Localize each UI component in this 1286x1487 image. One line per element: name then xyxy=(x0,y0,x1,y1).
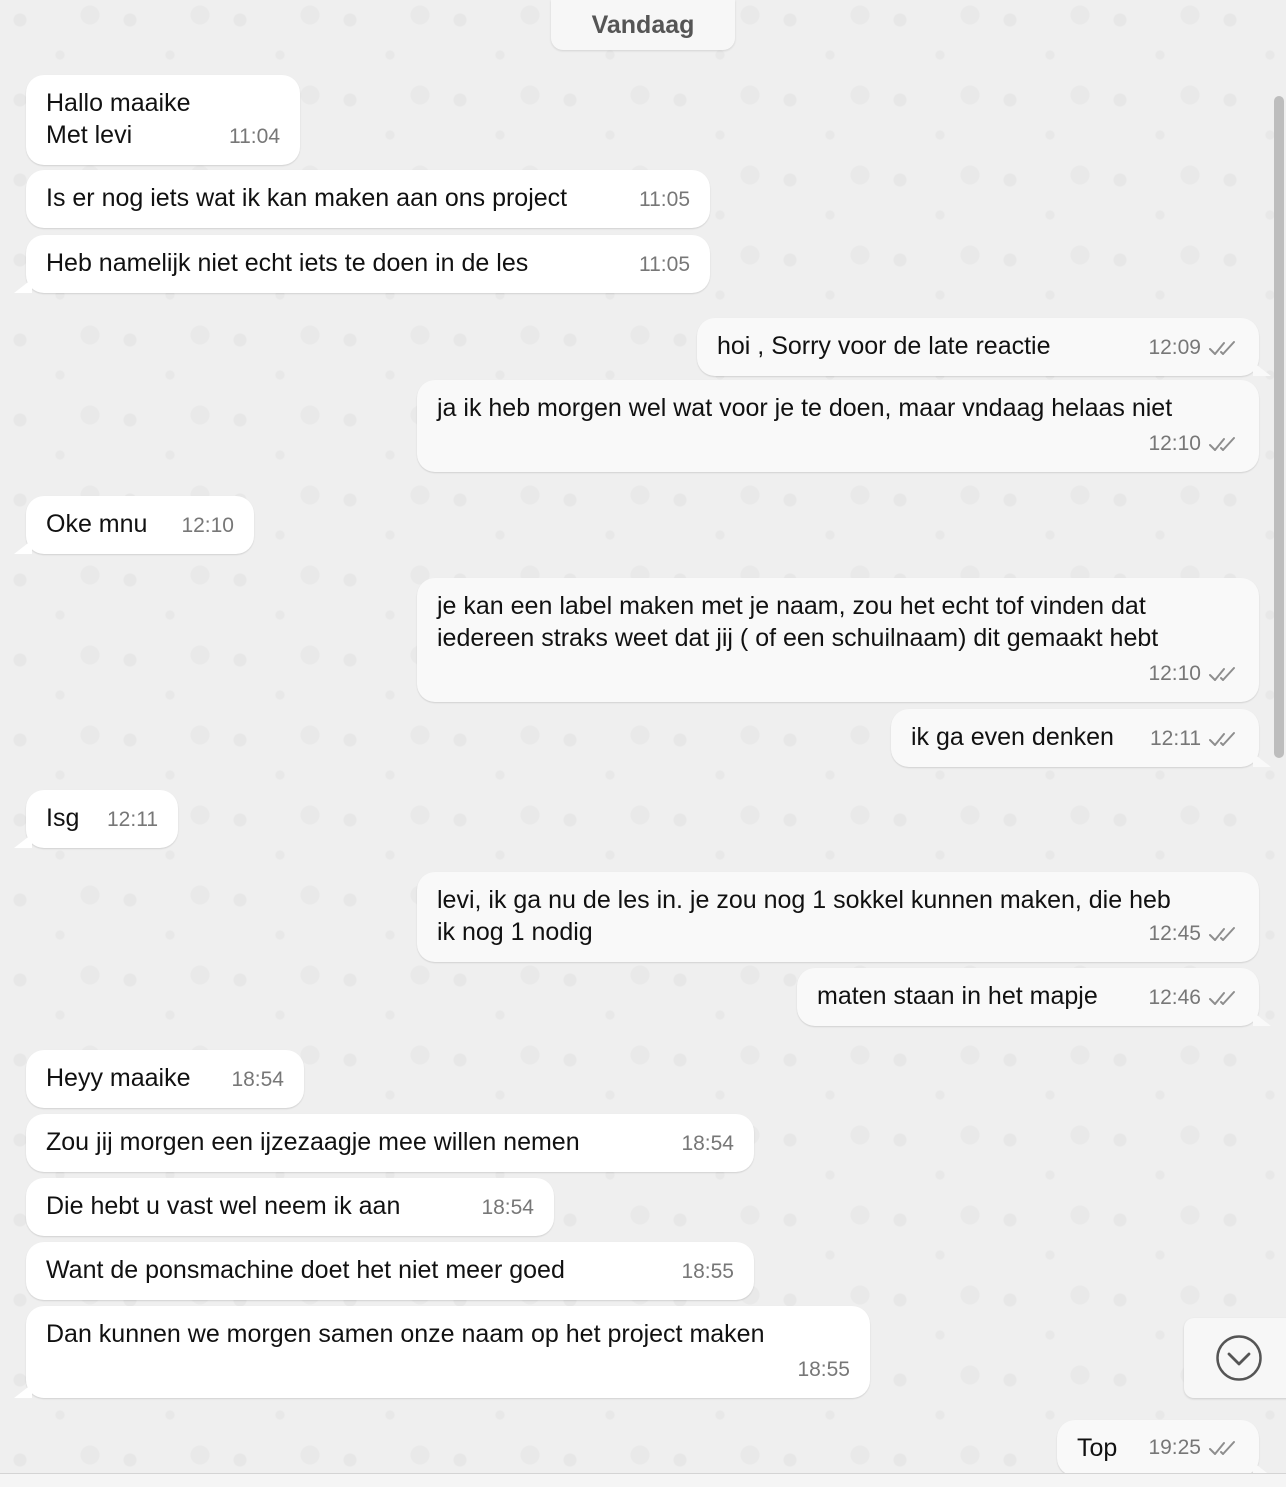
incoming-message[interactable]: Isg 12:11 xyxy=(14,790,178,848)
incoming-message[interactable]: Oke mnu 12:10 xyxy=(14,496,254,554)
incoming-message[interactable]: Die hebt u vast wel neem ik aan 18:54 xyxy=(26,1178,554,1236)
message-time: 18:55 xyxy=(681,1260,734,1283)
double-check-icon xyxy=(1209,730,1239,748)
message-meta: 11:05 xyxy=(639,184,690,216)
outgoing-message[interactable]: ja ik heb morgen wel wat voor je te doen… xyxy=(417,380,1259,472)
message-text: levi, ik ga nu de les in. je zou nog 1 s… xyxy=(437,886,1171,914)
message-text: ja ik heb morgen wel wat voor je te doen… xyxy=(437,394,1173,422)
message-meta: 12:10 xyxy=(181,510,234,542)
message-text: Is er nog iets wat ik kan maken aan ons … xyxy=(46,184,568,212)
message-time: 18:54 xyxy=(481,1196,534,1219)
message-meta: 12:09 xyxy=(1148,332,1239,364)
message-meta: 12:10 xyxy=(1148,428,1239,460)
outgoing-message[interactable]: hoi , Sorry voor de late reactie 12:09 xyxy=(697,318,1271,376)
scroll-to-bottom-button[interactable] xyxy=(1184,1318,1286,1398)
chevron-down-circle-icon xyxy=(1216,1335,1262,1381)
message-meta: 12:11 xyxy=(1150,723,1239,755)
message-time: 12:11 xyxy=(1150,727,1201,750)
message-time: 12:10 xyxy=(181,514,234,537)
message-text: Dan kunnen we morgen samen onze naam op … xyxy=(46,1320,765,1348)
incoming-message[interactable]: Zou jij morgen een ijzezaagje mee willen… xyxy=(26,1114,754,1172)
incoming-message[interactable]: Want de ponsmachine doet het niet meer g… xyxy=(26,1242,754,1300)
message-time: 12:46 xyxy=(1148,986,1201,1009)
message-meta: 19:25 xyxy=(1148,1432,1239,1464)
incoming-message[interactable]: Heyy maaike 18:54 xyxy=(26,1050,304,1108)
message-time: 11:05 xyxy=(639,188,690,211)
date-divider: Vandaag xyxy=(551,0,735,50)
incoming-message[interactable]: Dan kunnen we morgen samen onze naam op … xyxy=(14,1306,870,1398)
message-text: Heb namelijk niet echt iets te doen in d… xyxy=(46,249,529,277)
message-text: je kan een label maken met je naam, zou … xyxy=(437,592,1146,620)
message-time: 19:25 xyxy=(1148,1436,1201,1459)
outgoing-message[interactable]: ik ga even denken 12:11 xyxy=(891,709,1271,767)
message-meta: 11:05 xyxy=(639,249,690,281)
message-meta: 12:46 xyxy=(1148,982,1239,1014)
double-check-icon xyxy=(1209,339,1239,357)
message-time: 12:11 xyxy=(107,808,158,831)
message-time: 18:54 xyxy=(231,1068,284,1091)
message-time: 12:09 xyxy=(1148,336,1201,359)
double-check-icon xyxy=(1209,925,1239,943)
message-text: iedereen straks weet dat jij ( of een sc… xyxy=(437,624,1159,652)
double-check-icon xyxy=(1209,989,1239,1007)
message-meta: 18:54 xyxy=(481,1192,534,1224)
message-time: 12:10 xyxy=(1148,662,1201,685)
incoming-message[interactable]: Heb namelijk niet echt iets te doen in d… xyxy=(14,235,710,293)
composer-edge xyxy=(0,1473,1286,1487)
message-time: 12:10 xyxy=(1148,432,1201,455)
message-meta: 18:55 xyxy=(681,1256,734,1288)
double-check-icon xyxy=(1209,665,1239,683)
message-meta: 12:11 xyxy=(107,804,158,836)
double-check-icon xyxy=(1209,435,1239,453)
message-time: 11:05 xyxy=(639,253,690,276)
scrollbar[interactable] xyxy=(1274,96,1284,758)
message-meta: 18:55 xyxy=(797,1354,850,1386)
incoming-message[interactable]: Is er nog iets wat ik kan maken aan ons … xyxy=(26,170,710,228)
message-time: 11:04 xyxy=(229,125,280,148)
message-time: 18:55 xyxy=(797,1358,850,1381)
message-text: Hallo maaike xyxy=(46,89,191,117)
message-meta: 18:54 xyxy=(231,1064,284,1096)
incoming-message[interactable]: Hallo maaike Met levi 11:04 xyxy=(26,75,300,165)
message-meta: 12:45 xyxy=(1148,918,1239,950)
message-meta: 12:10 xyxy=(1148,658,1239,690)
message-text: ik nog 1 nodig xyxy=(437,918,593,946)
outgoing-message[interactable]: levi, ik ga nu de les in. je zou nog 1 s… xyxy=(417,872,1259,962)
message-text: Die hebt u vast wel neem ik aan xyxy=(46,1192,401,1220)
message-time: 12:45 xyxy=(1148,922,1201,945)
message-meta: 11:04 xyxy=(229,121,280,153)
message-text: Want de ponsmachine doet het niet meer g… xyxy=(46,1256,565,1284)
outgoing-message[interactable]: maten staan in het mapje 12:46 xyxy=(797,968,1271,1026)
message-text: Zou jij morgen een ijzezaagje mee willen… xyxy=(46,1128,580,1156)
double-check-icon xyxy=(1209,1439,1239,1457)
outgoing-message[interactable]: je kan een label maken met je naam, zou … xyxy=(417,578,1259,702)
outgoing-message[interactable]: Top 19:25 xyxy=(1057,1420,1271,1476)
message-meta: 18:54 xyxy=(681,1128,734,1160)
message-time: 18:54 xyxy=(681,1132,734,1155)
